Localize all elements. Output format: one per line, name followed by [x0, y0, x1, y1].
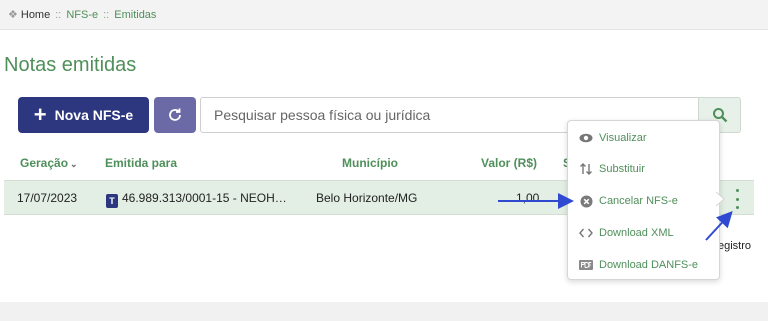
menu-item-visualizar[interactable]: Visualizar — [579, 131, 647, 145]
refresh-button[interactable] — [154, 97, 196, 133]
row-emitida-para: T 46.989.313/0001-15 - NEOH… — [106, 191, 287, 208]
eye-icon — [579, 131, 593, 145]
menu-item-cancelar[interactable]: Cancelar NFS-e — [579, 194, 678, 208]
menu-item-download-danfse[interactable]: Download DANFS-e — [579, 258, 698, 272]
row-actions-kebab-icon[interactable] — [732, 189, 742, 209]
actions-menu: Visualizar Substituir Cancelar NFS-e Dow… — [567, 120, 720, 280]
menu-item-label: Download XML — [599, 227, 674, 239]
menu-item-label: Visualizar — [599, 132, 647, 144]
new-nfse-label: Nova NFS-e — [54, 107, 134, 123]
menu-item-label: Cancelar NFS-e — [599, 195, 678, 207]
row-emitida-text: 46.989.313/0001-15 - NEOH… — [122, 191, 287, 205]
header-emitida-para[interactable]: Emitida para — [105, 156, 177, 170]
plus-icon: + — [33, 102, 47, 127]
sort-chevron-icon: ⌄ — [70, 159, 78, 169]
breadcrumb-separator: :: — [103, 8, 110, 21]
new-nfse-button[interactable]: + Nova NFS-e — [18, 97, 149, 133]
header-municipio[interactable]: Município — [342, 156, 398, 170]
menu-caret — [716, 192, 725, 206]
menu-item-label: Download DANFS-e — [599, 259, 699, 271]
header-geracao[interactable]: Geração ⌄ — [20, 156, 78, 170]
breadcrumb-emitidas[interactable]: Emitidas — [114, 9, 156, 21]
breadcrumb-separator: :: — [55, 8, 62, 21]
menu-item-label: Substituir — [599, 163, 645, 175]
row-valor: 1,00 — [516, 191, 540, 205]
registro-text: egistro — [718, 240, 752, 252]
swap-vertical-icon — [579, 162, 593, 176]
cancel-circle-icon — [579, 194, 593, 208]
row-municipio: Belo Horizonte/MG — [316, 191, 418, 205]
page-title: Notas emitidas — [4, 54, 137, 76]
header-geracao-label: Geração — [20, 156, 69, 170]
breadcrumb-nfse[interactable]: NFS-e — [66, 9, 98, 21]
row-date: 17/07/2023 — [17, 191, 78, 205]
pdf-icon — [579, 258, 593, 272]
menu-item-download-xml[interactable]: Download XML — [579, 226, 674, 240]
header-valor[interactable]: Valor (R$) — [481, 156, 537, 170]
breadcrumb: ❖ Home :: NFS-e :: Emitidas — [0, 0, 768, 30]
type-badge: T — [106, 194, 118, 208]
breadcrumb-home[interactable]: Home — [21, 9, 50, 21]
footer-band — [0, 302, 768, 321]
menu-item-substituir[interactable]: Substituir — [579, 162, 645, 176]
home-icon: ❖ — [8, 9, 18, 21]
code-icon — [579, 226, 593, 240]
refresh-icon — [169, 108, 181, 121]
